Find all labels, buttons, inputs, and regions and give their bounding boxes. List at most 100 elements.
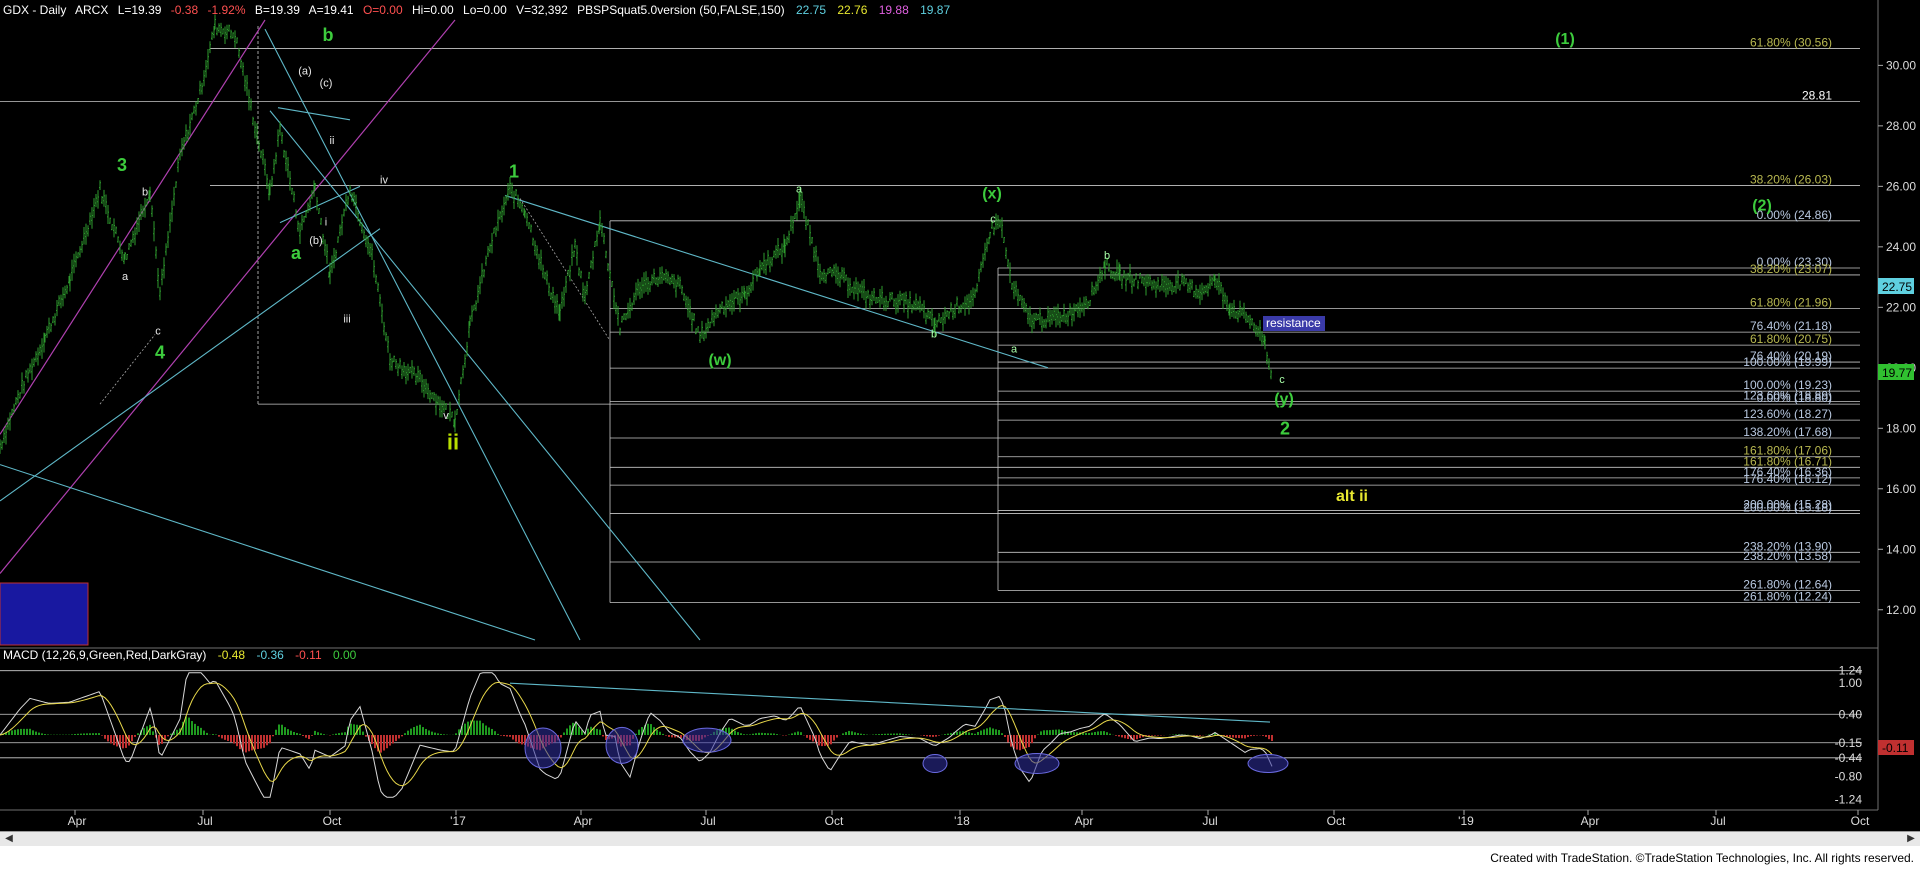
wave-label: a xyxy=(796,183,803,195)
time-tick-label: Apr xyxy=(574,814,593,828)
time-tick-label: '18 xyxy=(954,814,970,828)
fib-label: 76.40% (21.18) xyxy=(1750,319,1832,333)
wave-label: (2) xyxy=(1752,198,1772,215)
fib-label: 61.80% (21.96) xyxy=(1750,296,1832,310)
wave-label: (a) xyxy=(298,65,311,77)
resistance-label: resistance xyxy=(1266,316,1321,330)
svg-text:22.75: 22.75 xyxy=(1882,280,1912,294)
header-open: O=0.00 xyxy=(363,3,403,17)
header-bid: B=19.39 xyxy=(255,3,300,17)
wave-label: iii xyxy=(343,313,350,325)
wave-label: (y) xyxy=(1274,391,1294,408)
header-study-val-3: 19.88 xyxy=(879,3,909,17)
header-study: PBSPSquat5.0version (50,FALSE,150) xyxy=(577,3,784,17)
macd-val-1: -0.48 xyxy=(218,648,246,662)
macd-tick-label: -0.44 xyxy=(1835,751,1863,765)
scroll-left-arrow-icon[interactable]: ◀ xyxy=(2,832,16,846)
wave-label: c xyxy=(990,214,996,226)
macd-tick-label: -0.80 xyxy=(1835,769,1863,783)
macd-highlight-oval xyxy=(682,727,732,753)
time-tick-label: Oct xyxy=(323,814,342,828)
study-price-tag: 22.75 xyxy=(1878,278,1914,294)
fib-label: 261.80% (12.24) xyxy=(1743,589,1832,603)
fib-label: 61.80% (20.75) xyxy=(1750,332,1832,346)
time-tick-label: Jul xyxy=(1710,814,1725,828)
wave-label: (b) xyxy=(309,235,322,247)
svg-text:19.77: 19.77 xyxy=(1882,366,1912,380)
time-tick-label: Apr xyxy=(1581,814,1600,828)
wave-label: 1 xyxy=(509,161,519,181)
scroll-right-arrow-icon[interactable]: ▶ xyxy=(1904,832,1918,846)
wave-label: b xyxy=(142,186,148,198)
time-tick-label: '17 xyxy=(450,814,466,828)
macd-val-3: -0.11 xyxy=(295,648,322,662)
fib-label: 28.81 xyxy=(1802,88,1832,102)
header-ask: A=19.41 xyxy=(309,3,354,17)
footer: Created with TradeStation. ©TradeStation… xyxy=(0,846,1920,870)
svg-text:-0.11: -0.11 xyxy=(1882,741,1909,755)
header-study-val-2: 22.76 xyxy=(837,3,867,17)
header-exchange: ARCX xyxy=(75,3,108,17)
macd-tick-label: -1.24 xyxy=(1835,792,1863,806)
wave-label: c xyxy=(155,326,161,338)
wave-label: 3 xyxy=(117,155,127,175)
time-tick-label: Jul xyxy=(197,814,212,828)
header-change: -0.38 xyxy=(171,3,199,17)
time-tick-label: Apr xyxy=(68,814,87,828)
macd-tick-label: 1.00 xyxy=(1839,676,1863,690)
wave-label: c xyxy=(1279,374,1285,386)
time-tick-label: Oct xyxy=(1327,814,1346,828)
wave-label: iv xyxy=(380,174,388,186)
wave-label: ii xyxy=(447,429,459,454)
macd-value-tag: -0.11 xyxy=(1878,740,1914,755)
macd-highlight-oval xyxy=(1014,753,1060,775)
fib-label: 176.40% (16.12) xyxy=(1743,472,1832,486)
macd-highlight-oval xyxy=(605,726,639,764)
price-tick-label: 18.00 xyxy=(1886,421,1916,435)
time-tick-label: Oct xyxy=(825,814,844,828)
header-volume: V=32,392 xyxy=(516,3,568,17)
macd-highlight-oval xyxy=(524,727,562,769)
price-tick-label: 30.00 xyxy=(1886,58,1916,72)
macd-tick-label: 0.40 xyxy=(1839,707,1863,721)
blue-box-marker xyxy=(0,582,89,646)
price-tick-label: 26.00 xyxy=(1886,179,1916,193)
wave-label: alt ii xyxy=(1336,488,1368,505)
time-tick-label: Oct xyxy=(1851,814,1870,828)
header-lo: Lo=0.00 xyxy=(463,3,507,17)
wave-label: b xyxy=(1104,250,1110,262)
wave-label: 4 xyxy=(155,343,165,363)
fib-label: 38.20% (26.03) xyxy=(1750,172,1832,186)
header-study-val-1: 22.75 xyxy=(796,3,826,17)
wave-label: i xyxy=(325,217,327,229)
macd-highlight-oval xyxy=(922,754,948,774)
fib-label: 0.00% (18.80) xyxy=(1757,391,1832,405)
header-study-val-4: 19.87 xyxy=(920,3,950,17)
fib-label: 238.20% (13.58) xyxy=(1743,549,1832,563)
header-symbol: GDX - Daily xyxy=(3,3,66,17)
price-tick-label: 22.00 xyxy=(1886,300,1916,314)
macd-tick-label: -0.15 xyxy=(1835,736,1863,750)
price-tick-label: 12.00 xyxy=(1886,603,1916,617)
fib-label: 123.60% (18.27) xyxy=(1743,407,1832,421)
price-tick-label: 28.00 xyxy=(1886,119,1916,133)
wave-label: (c) xyxy=(320,78,333,90)
fib-label: 38.20% (23.07) xyxy=(1750,262,1832,276)
price-chart[interactable]: 61.80% (30.56) 28.81 38.20% (26.03) 0.00% (… xyxy=(0,0,1920,830)
time-tick-label: '19 xyxy=(1458,814,1474,828)
macd-label: MACD (12,26,9,Green,Red,DarkGray) xyxy=(3,648,206,662)
price-tick-label: 16.00 xyxy=(1886,482,1916,496)
price-tick-label: 14.00 xyxy=(1886,542,1916,556)
macd-highlight-oval xyxy=(1247,754,1289,774)
macd-val-2: -0.36 xyxy=(256,648,284,662)
time-tick-label: Jul xyxy=(1202,814,1217,828)
horizontal-scrollbar[interactable]: ◀ ▶ xyxy=(0,831,1920,847)
price-tick-label: 24.00 xyxy=(1886,240,1916,254)
time-tick-label: Apr xyxy=(1075,814,1094,828)
chart-header: GDX - Daily ARCX L=19.39 -0.38 -1.92% B=… xyxy=(3,3,950,17)
fib-label: 200.00% (15.18) xyxy=(1743,501,1832,515)
header-last: L=19.39 xyxy=(118,3,162,17)
wave-label: b xyxy=(931,329,937,341)
wave-label: ii xyxy=(330,135,335,147)
header-pct: -1.92% xyxy=(207,3,245,17)
